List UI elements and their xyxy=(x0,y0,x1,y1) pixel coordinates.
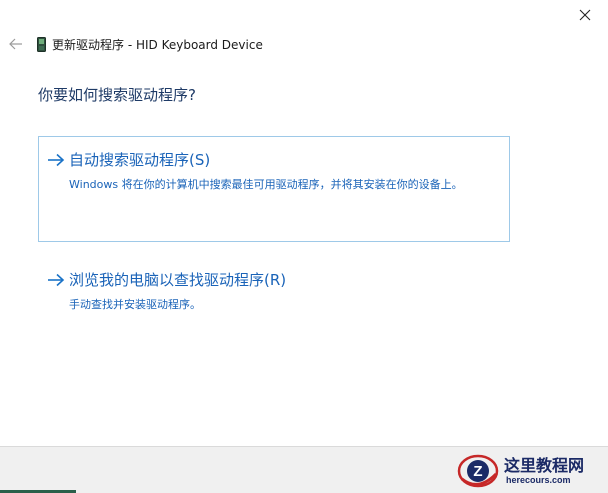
watermark-logo-letter: Z xyxy=(473,463,482,480)
watermark-name: 这里教程网 xyxy=(504,455,585,475)
update-driver-window: 更新驱动程序 - HID Keyboard Device 你要如何搜索驱动程序?… xyxy=(0,0,608,493)
watermark-url: herecours.com xyxy=(506,474,571,485)
auto-search-description: Windows 将在你的计算机中搜索最佳可用驱动程序，并将其安装在你的设备上。 xyxy=(69,178,463,191)
watermark-logo-icon: Z xyxy=(457,454,499,488)
close-button[interactable] xyxy=(562,0,608,30)
auto-search-option[interactable]: 自动搜索驱动程序(S) Windows 将在你的计算机中搜索最佳可用驱动程序，并… xyxy=(38,136,510,242)
close-icon xyxy=(579,9,591,21)
browse-computer-title: 浏览我的电脑以查找驱动程序(R) xyxy=(69,271,287,289)
window-title: 更新驱动程序 - HID Keyboard Device xyxy=(52,37,263,52)
browse-computer-option[interactable]: 浏览我的电脑以查找驱动程序(R) 手动查找并安装驱动程序。 xyxy=(38,256,510,316)
watermark: Z 这里教程网 herecours.com xyxy=(456,451,604,491)
right-arrow-icon xyxy=(47,150,69,170)
dialog-footer: Z 这里教程网 herecours.com xyxy=(0,446,608,493)
browse-computer-description: 手动查找并安装驱动程序。 xyxy=(69,298,201,311)
auto-search-title: 自动搜索驱动程序(S) xyxy=(69,151,211,169)
title-bar: 更新驱动程序 - HID Keyboard Device xyxy=(0,30,560,58)
page-heading: 你要如何搜索驱动程序? xyxy=(38,86,196,104)
right-arrow-icon xyxy=(47,270,69,290)
back-arrow-icon xyxy=(9,38,22,50)
back-button[interactable] xyxy=(2,30,30,58)
keyboard-device-icon xyxy=(36,36,46,52)
